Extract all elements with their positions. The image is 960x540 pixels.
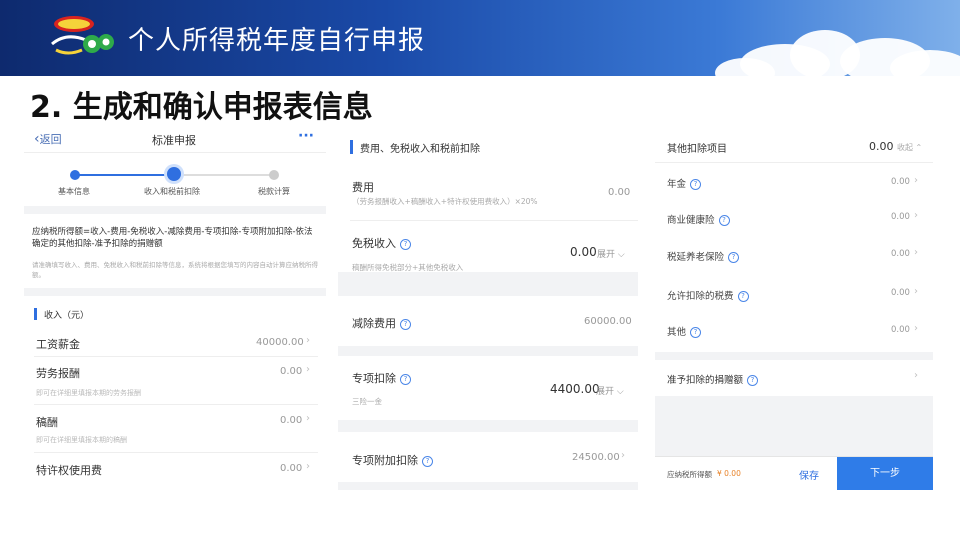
help-icon[interactable]: ? (718, 215, 730, 226)
screen-title: 标准申报 (152, 134, 196, 147)
screen-standard-declaration: ‹返回 标准申报 ··· 基本信息 收入和税前扣除 税款计算 应纳税所得额=收入… (24, 122, 326, 490)
chevron-right-icon: › (306, 413, 310, 424)
help-icon[interactable]: ? (737, 291, 749, 302)
collapse-toggle[interactable]: 收起 ⌃ (897, 142, 922, 153)
step-label-2: 收入和税前扣除 (144, 187, 200, 196)
step-label-1: 基本信息 (58, 187, 90, 196)
back-button[interactable]: ‹返回 (34, 131, 62, 147)
chevron-right-icon: › (914, 370, 918, 381)
chevron-down-icon: ⌵ (614, 387, 624, 397)
header-banner: 个人所得税年度自行申报 (0, 0, 960, 76)
help-icon[interactable]: ? (400, 318, 411, 330)
help-icon[interactable]: ? (422, 455, 433, 467)
special-deduction-row[interactable]: 专项扣除? 三险一金 4400.00 展开 ⌵ (338, 356, 638, 420)
chevron-right-icon: › (914, 210, 918, 221)
chevron-right-icon: › (914, 323, 918, 334)
slide-title: 2. 生成和确认申报表信息 (30, 90, 373, 125)
step-label-3: 税款计算 (258, 187, 290, 196)
expand-toggle[interactable]: 展开 ⌵ (596, 384, 624, 397)
help-icon[interactable]: ? (400, 238, 411, 250)
income-formula: 应纳税所得额=收入-费用-免税收入-减除费用-专项扣除-专项附加扣除-依法确定的… (32, 227, 313, 249)
bottom-action-bar: 应纳税所得额 ¥ 0.00 保存 下一步 (655, 456, 933, 490)
save-button[interactable]: 保存 (799, 467, 819, 482)
screen-deductions: 费用、免税收入和税前扣除 费用 （劳务报酬收入+稿酬收入+特许权使用费收入）×2… (338, 124, 638, 490)
help-icon[interactable]: ? (747, 375, 759, 386)
help-icon[interactable]: ? (690, 327, 702, 338)
deduct-expense-row: 减除费用? 60000.00 (338, 296, 638, 346)
chevron-right-icon: › (306, 335, 310, 346)
step-dot-2-active (167, 167, 181, 181)
tax-mascot-logo-icon (51, 16, 114, 55)
chevron-right-icon: › (914, 286, 918, 297)
more-button[interactable]: ··· (298, 128, 314, 144)
chevron-right-icon: › (306, 461, 310, 472)
donation-row[interactable]: 准予扣除的捐赠额? › (655, 360, 933, 396)
banner-title: 个人所得税年度自行申报 (128, 26, 426, 56)
chevron-right-icon: › (306, 364, 310, 375)
deduction-section-title: 费用、免税收入和税前扣除 (360, 144, 480, 155)
chevron-right-icon: › (914, 175, 918, 186)
next-button[interactable]: 下一步 (837, 457, 933, 490)
help-icon[interactable]: ? (690, 179, 702, 190)
help-icon[interactable]: ? (400, 373, 411, 385)
step-progress-rest (174, 174, 274, 176)
screen-other-deductions: 其他扣除项目 0.00 收起 ⌃ 年金? 0.00 › 商业健康险? 0.00 … (655, 122, 933, 490)
special-additional-row[interactable]: 专项附加扣除? 24500.00 › (338, 432, 638, 482)
income-section-title: 收入（元） (44, 311, 90, 321)
chevron-right-icon: › (621, 450, 625, 461)
income-note: 请准确填写收入、费用、免税收入和税前扣除等信息，系统将根据您填写的内容自动计算应… (32, 261, 318, 279)
chevron-down-icon: ⌵ (615, 250, 625, 260)
step-dot-3 (269, 170, 279, 180)
expand-toggle[interactable]: 展开 ⌵ (597, 247, 625, 260)
chevron-right-icon: › (914, 247, 918, 258)
chevron-up-icon: ⌃ (913, 143, 923, 152)
step-dot-1 (70, 170, 80, 180)
help-icon[interactable]: ? (728, 252, 740, 263)
